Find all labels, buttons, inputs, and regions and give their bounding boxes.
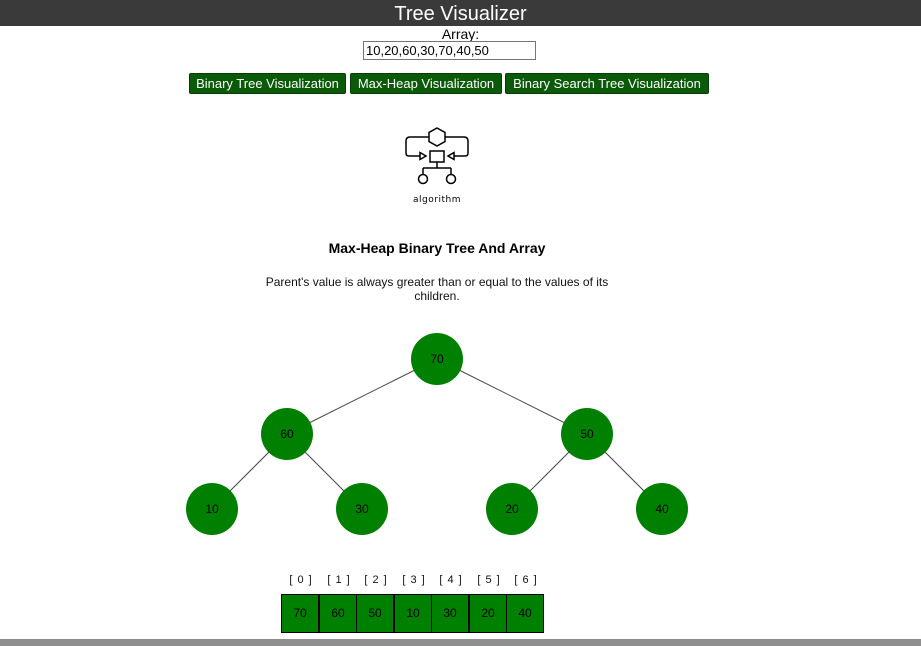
array-index: [ 4 ]	[439, 574, 463, 586]
tree-node-label: 60	[280, 427, 294, 441]
tree-node-label: 30	[355, 502, 369, 516]
array-index: [ 0 ]	[289, 574, 313, 586]
array-index: [ 6 ]	[514, 574, 538, 586]
max-heap-tree: 70 60 50 10 30 20 40	[186, 333, 688, 535]
array-index: [ 2 ]	[364, 574, 388, 586]
array-index: [ 1 ]	[327, 574, 351, 586]
tree-node-label: 20	[505, 502, 519, 516]
tree-node-label: 10	[205, 502, 219, 516]
array-cell: 20	[469, 594, 507, 633]
tree-node-label: 40	[655, 502, 669, 516]
array-cell: 60	[319, 594, 357, 633]
array-index: [ 5 ]	[477, 574, 501, 586]
array-cell: 70	[281, 594, 319, 633]
bottom-scrollbar[interactable]	[0, 639, 921, 646]
array-cell: 30	[431, 594, 469, 633]
array-cell: 50	[356, 594, 394, 633]
array-cell: 40	[506, 594, 544, 633]
array-index: [ 3 ]	[402, 574, 426, 586]
tree-node-label: 70	[430, 352, 444, 366]
tree-node-label: 50	[580, 427, 594, 441]
array-cell: 10	[394, 594, 432, 633]
